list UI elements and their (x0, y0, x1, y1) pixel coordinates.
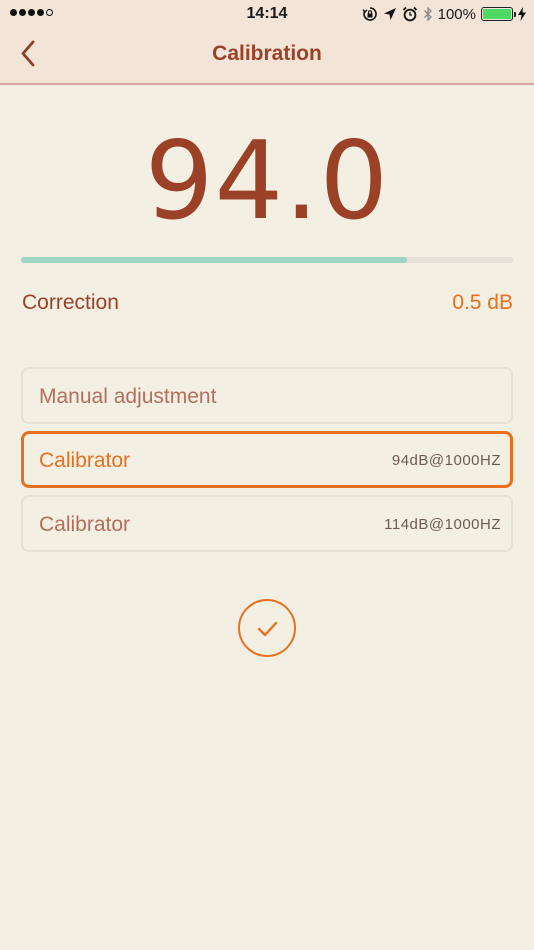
page-title: Calibration (212, 42, 322, 65)
correction-label: Correction (22, 291, 119, 314)
status-bar: 14:14 100% (0, 0, 534, 28)
option-value: 94dB@1000HZ (391, 452, 501, 469)
level-progress-bar (21, 257, 513, 263)
option-manual-adjustment[interactable]: Manual adjustment (21, 367, 513, 424)
battery-percentage: 100% (437, 5, 476, 23)
option-calibrator-94db[interactable]: Calibrator 94dB@1000HZ (21, 431, 513, 488)
battery-icon (481, 7, 516, 21)
battery-level (483, 9, 511, 19)
option-value: 114dB@1000HZ (384, 516, 501, 533)
option-label: Manual adjustment (39, 385, 217, 408)
bluetooth-icon (423, 6, 432, 22)
lock-rotation-icon (362, 7, 377, 21)
calibration-screen: 14:14 100% Calibration 94.0 Correction 0… (0, 0, 534, 950)
option-label: Calibrator (39, 513, 131, 536)
level-progress-fill (21, 257, 408, 263)
sound-level-reading: 94.0 (144, 119, 390, 244)
status-icons: 100% (362, 4, 526, 24)
alarm-icon (402, 6, 417, 22)
nav-bar: Calibration (0, 28, 534, 85)
location-arrow-icon (383, 8, 396, 20)
charging-bolt-icon (518, 7, 526, 21)
battery-cap (514, 12, 516, 17)
checkmark-icon (257, 621, 278, 637)
option-calibrator-114db[interactable]: Calibrator 114dB@1000HZ (21, 495, 513, 552)
option-label: Calibrator (39, 449, 131, 472)
confirm-button[interactable] (238, 599, 296, 657)
correction-value: 0.5 dB (452, 291, 513, 314)
